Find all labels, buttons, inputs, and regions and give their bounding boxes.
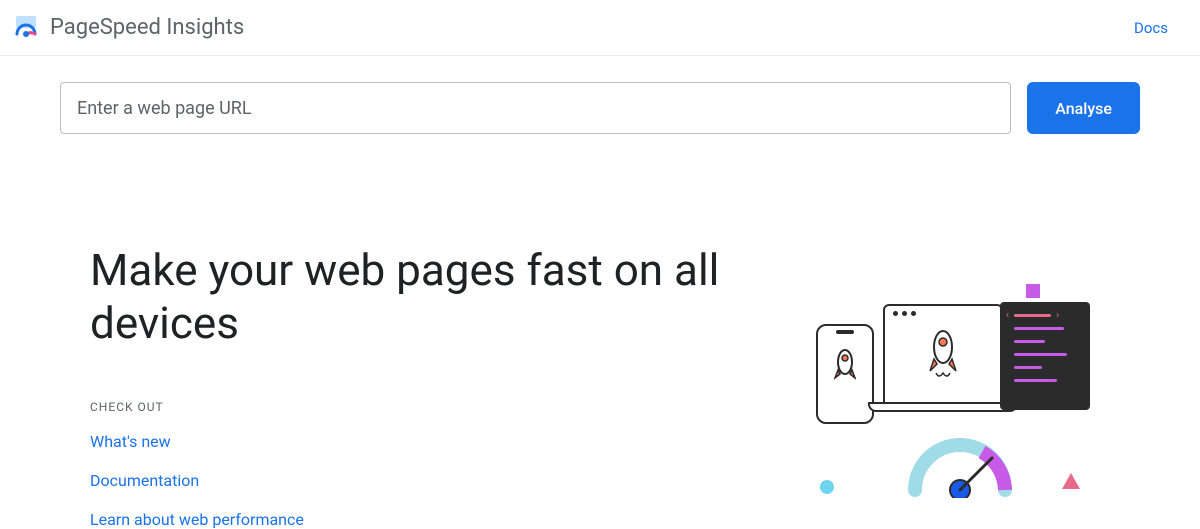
hero-illustration: ‹ › [800, 244, 1140, 494]
link-documentation[interactable]: Documentation [90, 471, 780, 490]
hero-title: Make your web pages fast on all devices [90, 244, 780, 350]
hero-section: Make your web pages fast on all devices … [0, 134, 1200, 529]
phone-illustration-icon [816, 324, 874, 424]
gauge-illustration-icon [900, 428, 1020, 502]
docs-link[interactable]: Docs [1122, 13, 1180, 43]
brand[interactable]: PageSpeed Insights [12, 14, 244, 42]
link-list: What's new Documentation Learn about web… [90, 432, 780, 529]
link-learn-performance[interactable]: Learn about web performance [90, 510, 780, 529]
link-whats-new[interactable]: What's new [90, 432, 780, 451]
decorative-square-icon [1026, 284, 1040, 298]
url-input[interactable] [60, 82, 1011, 134]
decorative-triangle-icon [1062, 473, 1080, 489]
laptop-illustration-icon [868, 304, 1018, 412]
hero-text: Make your web pages fast on all devices … [90, 244, 780, 529]
code-panel-illustration-icon: ‹ › [1000, 302, 1090, 410]
decorative-dot-icon [820, 480, 834, 494]
checkout-label: CHECK OUT [90, 400, 780, 414]
url-search-row: Analyse [0, 56, 1200, 134]
app-title: PageSpeed Insights [50, 15, 244, 40]
analyse-button[interactable]: Analyse [1027, 82, 1140, 134]
pagespeed-logo-icon [12, 14, 40, 42]
app-header: PageSpeed Insights Docs [0, 0, 1200, 56]
